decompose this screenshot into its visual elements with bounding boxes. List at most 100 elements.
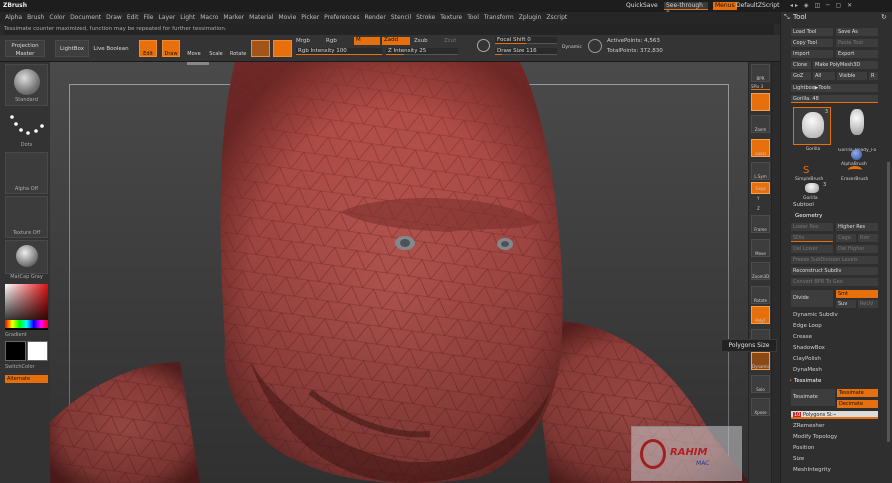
reuv-button[interactable]: ReUV — [858, 300, 878, 308]
freeze-subdiv-button[interactable]: Freeze SubDivision Levels — [791, 256, 878, 264]
menu-file[interactable]: File — [143, 14, 153, 21]
decimate-button[interactable]: Decimate — [837, 400, 878, 408]
menu-zscript[interactable]: Zscript — [546, 14, 567, 21]
eraserbrush-icon[interactable] — [848, 166, 862, 174]
menu-color[interactable]: Color — [49, 14, 65, 21]
focal-shift-icon[interactable] — [477, 39, 490, 52]
del-lower-button[interactable]: Del Lower — [791, 245, 833, 253]
position-section[interactable]: Position — [793, 445, 814, 451]
gorilla-mesh[interactable] — [50, 62, 750, 483]
hue-strip[interactable] — [5, 320, 48, 328]
menu-zplugin[interactable]: Zplugin — [519, 14, 542, 21]
reconstruct-subdiv-button[interactable]: Reconstruct Subdiv — [791, 267, 878, 275]
z-intensity-slider[interactable]: Z Intensity 25 — [386, 48, 458, 55]
y-axis-button[interactable]: Y — [757, 196, 759, 201]
tessimate-button[interactable]: Tessimate — [837, 389, 878, 397]
rgb-toggle-icon[interactable] — [273, 40, 292, 57]
claypolish-section[interactable]: ClayPolish — [793, 356, 821, 362]
zremesher-section[interactable]: ZRemesher — [793, 423, 824, 429]
paste-tool-button[interactable]: Paste Tool — [836, 39, 878, 47]
rstr-button[interactable]: Rstr — [858, 234, 878, 242]
draw-size-slider[interactable]: Draw Size 116 — [495, 48, 557, 55]
menu-render[interactable]: Render — [364, 14, 385, 21]
tool-thumb-gorilla-small[interactable] — [805, 183, 819, 193]
draw-button[interactable]: Draw — [162, 40, 180, 57]
higher-res-button[interactable]: Higher Res — [836, 223, 878, 231]
zoom3d-button[interactable]: Zoom3D — [751, 262, 770, 280]
geometry-section[interactable]: Geometry — [795, 213, 822, 219]
zoom-button[interactable]: Zoom — [751, 115, 770, 133]
alternate-button[interactable]: Alternate — [5, 375, 48, 383]
convert-bpr-button[interactable]: Convert BPR To Geo — [791, 278, 878, 286]
zadd-toggle[interactable]: Zadd — [382, 37, 410, 45]
sdiv-slider[interactable]: SDiv — [791, 234, 833, 242]
visible-button[interactable]: Visible — [837, 72, 867, 80]
tool-thumb-gorilla-ready[interactable]: Gorilla_Ready_Fo — [838, 107, 876, 153]
menu-draw[interactable]: Draw — [106, 14, 122, 21]
menu-layer[interactable]: Layer — [159, 14, 176, 21]
import-button[interactable]: Import — [791, 50, 833, 58]
zcut-toggle[interactable]: Zcut — [444, 38, 456, 44]
modify-topology-section[interactable]: Modify Topology — [793, 434, 837, 440]
m-toggle[interactable]: M — [354, 37, 380, 45]
polyf-button[interactable]: PolyF — [751, 306, 770, 324]
simplebrush-icon[interactable]: S — [803, 165, 815, 177]
menu-stencil[interactable]: Stencil — [391, 14, 411, 21]
menu-edit[interactable]: Edit — [127, 14, 139, 21]
mrgb-label[interactable]: Mrgb — [296, 38, 310, 44]
edit-button[interactable]: Edit — [139, 40, 157, 57]
shadowbox-section[interactable]: ShadowBox — [793, 345, 825, 351]
rgb-label[interactable]: Rgb — [326, 38, 337, 44]
export-button[interactable]: Export — [836, 50, 878, 58]
menu-movie[interactable]: Movie — [279, 14, 297, 21]
load-tool-button[interactable]: Load Tool — [791, 28, 833, 36]
rotate-button[interactable]: Rotate — [229, 40, 247, 57]
rotate-view-button[interactable]: Rotate — [751, 286, 770, 304]
menu-picker[interactable]: Picker — [301, 14, 319, 21]
menus-button[interactable]: Menus — [713, 2, 737, 10]
all-button[interactable]: All — [813, 72, 835, 80]
menu-alpha[interactable]: Alpha — [5, 14, 22, 21]
focal-shift-slider[interactable]: Focal Shift 0 — [495, 37, 557, 44]
projection-master-button[interactable]: Projection Master — [5, 40, 45, 57]
meshintegrity-section[interactable]: MeshIntegrity — [793, 467, 831, 473]
cage-button[interactable]: Cage — [836, 234, 856, 242]
menu-preferences[interactable]: Preferences — [324, 14, 359, 21]
bpr-button[interactable]: BPR — [751, 64, 770, 82]
lsym-button[interactable]: L.Sym — [751, 162, 770, 180]
xpose-button[interactable]: Xpose — [751, 398, 770, 416]
material-thumbnail[interactable] — [5, 240, 48, 274]
menu-document[interactable]: Document — [70, 14, 101, 21]
window-controls[interactable]: ◂▸ ◈ ◫ ─ ▢ ✕ — [790, 0, 854, 12]
menu-texture[interactable]: Texture — [440, 14, 462, 21]
clone-button[interactable]: Clone — [791, 61, 811, 69]
size-section[interactable]: Size — [793, 456, 804, 462]
menu-material[interactable]: Material — [249, 14, 273, 21]
rgb-intensity-slider[interactable]: Rgb Intensity 100 — [296, 48, 382, 55]
subtool-section[interactable]: Subtool — [793, 202, 814, 208]
menu-macro[interactable]: Macro — [200, 14, 218, 21]
zsub-toggle[interactable]: Zsub — [414, 38, 428, 44]
r-button[interactable]: R — [869, 72, 878, 80]
tool-thumb-gorilla[interactable]: 3 Gorilla — [793, 107, 831, 152]
switchcolor-button[interactable]: SwitchColor — [5, 364, 48, 370]
menu-marker[interactable]: Marker — [223, 14, 244, 21]
defaultzscript-button[interactable]: DefaultZScript — [736, 0, 779, 12]
menu-transform[interactable]: Transform — [484, 14, 514, 21]
local-button[interactable]: Local — [751, 139, 770, 157]
palette-refresh-icon[interactable]: ↻ — [881, 13, 887, 21]
menu-tool[interactable]: Tool — [467, 14, 479, 21]
dynamic-toggle[interactable]: Dynamic — [562, 45, 582, 50]
edge-loop-section[interactable]: Edge Loop — [793, 323, 822, 329]
tessimate-section[interactable]: • Tessimate — [789, 378, 821, 384]
make-polymesh-button[interactable]: Make PolyMesh3D — [813, 61, 878, 69]
move-button[interactable]: Move — [185, 40, 203, 57]
primary-color-swatch[interactable] — [5, 341, 26, 361]
scale-button[interactable]: Scale — [207, 40, 225, 57]
palette-collapse-icon[interactable]: ⤡ — [784, 13, 790, 22]
panel-scrollbar[interactable] — [887, 162, 890, 442]
current-tool-slider[interactable]: Gorilla. 48 — [791, 95, 878, 103]
copy-tool-button[interactable]: Copy Tool — [791, 39, 833, 47]
live-boolean-button[interactable]: Live Boolean — [91, 40, 131, 57]
z-axis-button[interactable]: Z — [757, 206, 760, 211]
